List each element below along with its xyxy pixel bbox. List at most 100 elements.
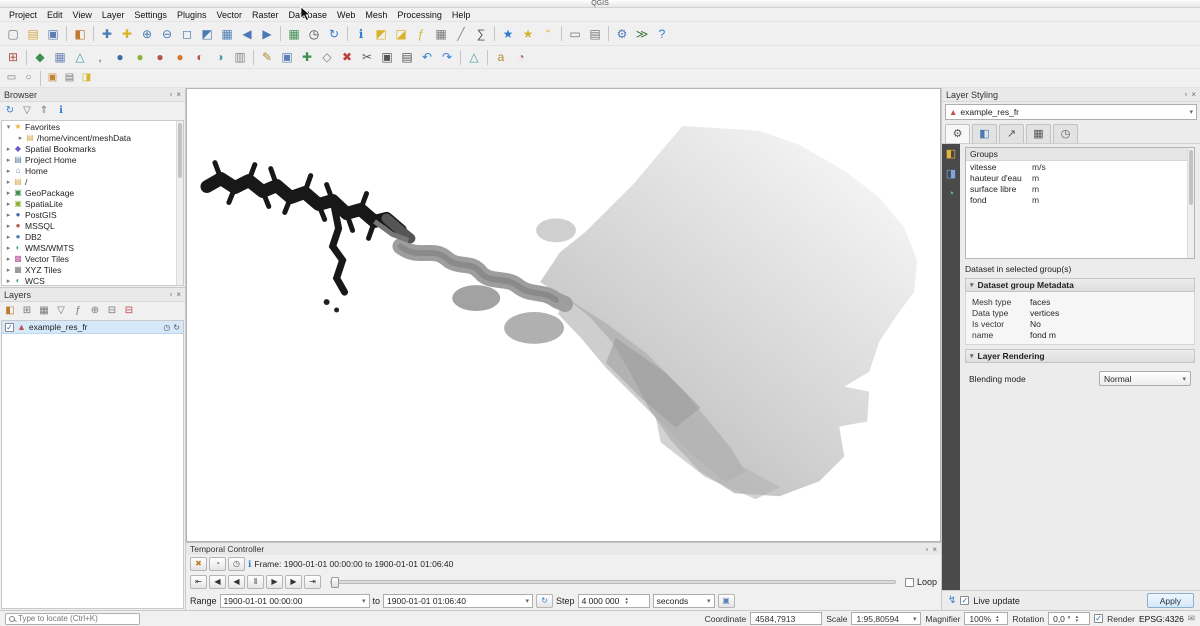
browser-item-vector-tiles[interactable]: ▸ ▩ Vector Tiles [2,253,183,264]
browser-item-geopackage[interactable]: ▸ ▣ GeoPackage [2,187,183,198]
temporal-off-button[interactable]: ✖ [190,557,207,571]
locator-input[interactable] [18,614,136,623]
add-mssql-button[interactable]: ● [150,47,170,67]
add-postgis-button[interactable]: ● [110,47,130,67]
expand-arrow-icon[interactable]: ▸ [4,156,13,164]
set-range-from-project-button[interactable]: ↻ [536,594,553,608]
map-canvas[interactable] [186,88,941,542]
browser-item-spatial-bookmarks[interactable]: ▸ ◆ Spatial Bookmarks [2,143,183,154]
step-unit-combo[interactable]: seconds ▾ [653,594,715,608]
apply-button[interactable]: Apply [1147,593,1194,608]
show-bookmarks-button[interactable]: ★ [518,24,538,44]
measure-line-button[interactable]: ╱ [451,24,471,44]
menu-processing[interactable]: Processing [392,9,447,21]
browser-item-favorites[interactable]: ▾ ★ Favorites [2,121,183,132]
expand-all-button[interactable]: ⊕ [87,304,103,319]
expand-arrow-icon[interactable]: ▾ [4,123,13,131]
browser-item-wms[interactable]: ▸ ◐ WMS/WMTS [2,242,183,253]
menu-project[interactable]: Project [4,9,42,21]
render-checkbox[interactable]: ✓ [1094,614,1103,623]
step-spinbox[interactable]: 4 000 000 ▴▾ [578,594,650,608]
manage-map-themes-button[interactable]: ▦ [36,304,52,319]
expand-arrow-icon[interactable]: ▸ [16,134,25,142]
styling-float-button[interactable]: ▫ [1184,90,1187,99]
scrollbar-thumb[interactable] [178,123,182,178]
expand-arrow-icon[interactable]: ▸ [4,189,13,197]
range-start-input[interactable]: 1900-01-01 00:00:00 ▾ [220,594,370,608]
menu-edit[interactable]: Edit [42,9,68,21]
menu-view[interactable]: View [68,9,97,21]
new-print-layout-button[interactable]: ▭ [565,24,585,44]
menu-raster[interactable]: Raster [247,9,284,21]
rotation-spinbox[interactable]: 0,0 ° ▴▾ [1048,612,1090,625]
undo-button[interactable]: ↶ [417,47,437,67]
redo-button[interactable]: ↷ [437,47,457,67]
add-mesh-layer-button[interactable]: △ [70,47,90,67]
zoom-to-layer-button[interactable]: ▦ [217,24,237,44]
zoom-in-button[interactable]: ⊕ [137,24,157,44]
browser-item-postgis[interactable]: ▸ ● PostGIS [2,209,183,220]
menu-web[interactable]: Web [332,9,360,21]
zoom-next-button[interactable]: ▶ [257,24,277,44]
delete-selected-button[interactable]: ✖ [337,47,357,67]
frame-forward-button[interactable]: ▶ [285,575,302,589]
group-row-vitesse[interactable]: vitesse m/s [966,161,1194,172]
tab-vectors[interactable]: ↗ [999,124,1024,143]
deselect-features-button[interactable]: ◪ [391,24,411,44]
metadata-section-header[interactable]: ▾ Dataset group Metadata [965,278,1195,292]
plugin-button-2[interactable]: ▤ [61,71,78,86]
tab-temporal[interactable]: ◷ [1053,124,1078,143]
python-console-button[interactable]: ≫ [632,24,652,44]
remove-layer-button[interactable]: ⊟ [121,304,137,319]
crs-button[interactable]: EPSG:4326 [1139,614,1184,624]
mesh-digitizing-button[interactable]: △ [464,47,484,67]
filter-legend-button[interactable]: ▽ [53,304,69,319]
expand-arrow-icon[interactable]: ▸ [4,233,13,241]
expand-arrow-icon[interactable]: ▸ [4,211,13,219]
expand-arrow-icon[interactable]: ▸ [4,200,13,208]
annotation-text-button[interactable]: ▭ [3,71,20,86]
layers-close-button[interactable]: × [176,290,181,299]
map-tips-button[interactable]: “ [538,24,558,44]
identify-features-button[interactable]: ℹ [351,24,371,44]
layer-visibility-checkbox[interactable]: ✓ [5,323,14,332]
cut-features-button[interactable]: ✂ [357,47,377,67]
labeling-options-button[interactable]: a [491,47,511,67]
new-3d-map-button[interactable]: ▦ [284,24,304,44]
select-features-button[interactable]: ◩ [371,24,391,44]
open-project-button[interactable]: ▤ [23,24,43,44]
expand-arrow-icon[interactable]: ▸ [4,167,13,175]
frame-back-button[interactable]: ◀ [209,575,226,589]
processing-toolbox-button[interactable]: ⚙ [612,24,632,44]
browser-item-xyz-tiles[interactable]: ▸ ▦ XYZ Tiles [2,264,183,275]
browser-item-mssql[interactable]: ▸ ● MSSQL [2,220,183,231]
symbology-vertical-tab[interactable]: ◧ [946,149,956,160]
zoom-out-button[interactable]: ⊖ [157,24,177,44]
browser-properties-button[interactable]: ℹ [53,104,69,119]
play-forward-button[interactable]: ▶ [266,575,283,589]
paste-features-button[interactable]: ▤ [397,47,417,67]
browser-item-spatialite[interactable]: ▸ ▣ SpatiaLite [2,198,183,209]
add-wfs-button[interactable]: ◑ [210,47,230,67]
magnifier-spinbox[interactable]: 100% ▴▾ [964,612,1008,625]
live-update-checkbox[interactable]: ✓ [960,596,969,605]
browser-refresh-button[interactable]: ↻ [2,104,18,119]
scale-combo[interactable]: 1:95,80594 ▾ [851,612,921,625]
styling-layer-combo[interactable]: ▲ example_res_fr ▾ [945,104,1197,120]
zoom-to-selection-button[interactable]: ◩ [197,24,217,44]
groups-scrollbar[interactable] [1187,148,1194,258]
collapse-all-button[interactable]: ⊟ [104,304,120,319]
layer-item-example-res-fr[interactable]: ✓ ▲ example_res_fr ◷ ↻ [2,321,183,334]
temporal-controller-button[interactable]: ◷ [304,24,324,44]
browser-item-project-home[interactable]: ▸ ▤ Project Home [2,154,183,165]
messages-icon[interactable]: ✉ [1188,613,1195,624]
open-layer-styling-button[interactable]: ◧ [2,304,18,319]
scrollbar-thumb[interactable] [1189,150,1193,205]
play-backward-button[interactable]: ◀ [228,575,245,589]
expand-arrow-icon[interactable]: ▸ [4,255,13,263]
add-raster-layer-button[interactable]: ▦ [50,47,70,67]
data-source-manager-button[interactable]: ⊞ [3,47,23,67]
layout-manager-button[interactable]: ▤ [585,24,605,44]
spin-down-icon[interactable]: ▾ [1076,619,1079,623]
add-group-button[interactable]: ⊞ [19,304,35,319]
